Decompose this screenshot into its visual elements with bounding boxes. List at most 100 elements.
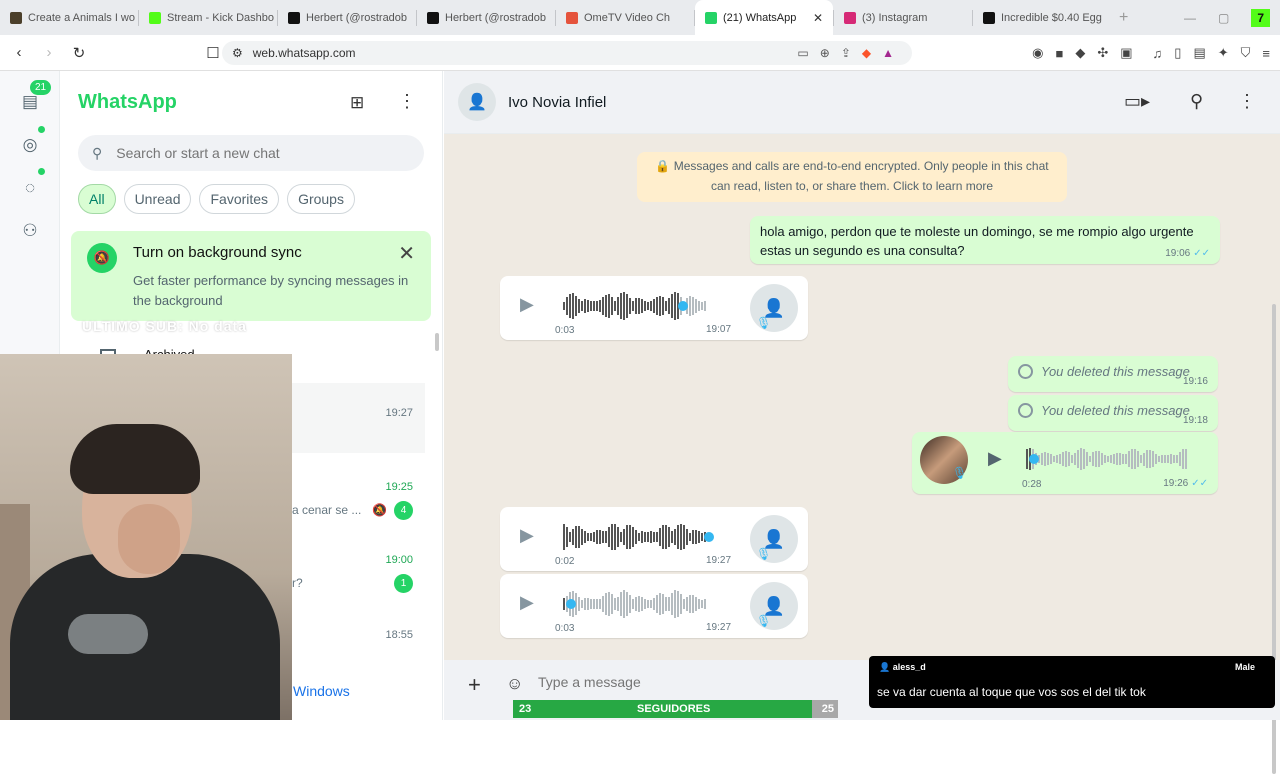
contact-avatar[interactable]: 👤 bbox=[458, 83, 496, 121]
sync-body: Get faster performance by syncing messag… bbox=[133, 273, 409, 308]
extension-icon[interactable]: ◆ bbox=[1075, 45, 1085, 61]
filter-groups[interactable]: Groups bbox=[287, 184, 355, 214]
close-icon[interactable]: ✕ bbox=[398, 241, 415, 266]
waveform-bar bbox=[698, 530, 700, 544]
browser-tab[interactable]: (3) Instagram bbox=[834, 0, 972, 35]
waveform-bar bbox=[641, 299, 643, 313]
waveform[interactable] bbox=[1026, 448, 1187, 470]
video-call-icon[interactable]: ▭▸ bbox=[1124, 91, 1150, 112]
new-chat-icon[interactable]: ⊞ bbox=[350, 93, 364, 113]
waveform-bar bbox=[653, 531, 655, 543]
extension-icon[interactable]: ▣ bbox=[1120, 45, 1132, 61]
waveform-bar bbox=[599, 529, 601, 545]
extensions-puzzle-icon[interactable]: ✣ bbox=[1097, 45, 1108, 61]
leo-icon[interactable]: ✦ bbox=[1218, 45, 1229, 61]
back-icon[interactable]: ‹ bbox=[4, 44, 34, 61]
close-tab-icon[interactable]: ✕ bbox=[813, 11, 823, 25]
menu-dots-icon[interactable]: ⋮ bbox=[1238, 91, 1256, 112]
sidebar-icon[interactable]: ▯ bbox=[1174, 45, 1181, 61]
waveform-bar bbox=[1182, 449, 1184, 469]
url-field[interactable]: ⚙ web.whatsapp.com ▭ ⊕ ⇪ ◆ ▲ bbox=[222, 41, 912, 65]
play-icon[interactable]: ▶ bbox=[520, 592, 534, 613]
search-icon[interactable]: ⚲ bbox=[1190, 91, 1203, 112]
mic-icon: 🎙 bbox=[756, 614, 772, 628]
waveform-bar bbox=[578, 596, 580, 612]
omnibox-actions: ▭ ⊕ ⇪ ◆ ▲ bbox=[797, 46, 894, 60]
browser-tab[interactable]: Create a Animals I wo bbox=[0, 0, 138, 35]
forward-icon[interactable]: › bbox=[34, 44, 64, 61]
unread-badge: 1 bbox=[394, 574, 413, 593]
browser-tab[interactable]: Herbert (@rostradob bbox=[417, 0, 555, 35]
waveform-bar bbox=[704, 300, 706, 312]
filter-all[interactable]: All bbox=[78, 184, 116, 214]
deleted-message[interactable]: You deleted this message 19:18 bbox=[1008, 395, 1218, 431]
browser-tab[interactable]: (21) WhatsApp ✕ bbox=[695, 0, 833, 35]
site-settings-icon[interactable]: ⚙ bbox=[232, 46, 243, 60]
new-tab-icon[interactable]: + bbox=[1119, 9, 1128, 27]
share-icon[interactable]: ⇪ bbox=[841, 46, 851, 60]
voice-message-in[interactable]: ▶ 0:02 19:27 👤 🎙 bbox=[500, 507, 808, 571]
background-sync-banner[interactable]: 🔕 Turn on background sync Get faster per… bbox=[71, 231, 431, 321]
browser-tab[interactable]: OmeTV Video Ch bbox=[556, 0, 694, 35]
filter-chips: All Unread Favorites Groups bbox=[78, 184, 355, 214]
menu-icon[interactable]: ≡ bbox=[1262, 46, 1270, 61]
message-time: 19:18 bbox=[1182, 415, 1208, 426]
contact-name[interactable]: Ivo Novia Infiel bbox=[508, 94, 606, 111]
voice-message-in[interactable]: ▶ 0:03 19:07 👤 🎙 bbox=[500, 276, 808, 340]
install-icon[interactable]: ▭ bbox=[797, 46, 808, 60]
playback-knob[interactable] bbox=[565, 599, 576, 609]
play-icon[interactable]: ▶ bbox=[520, 294, 534, 315]
waveform-bar bbox=[1134, 448, 1136, 470]
waveform-bar bbox=[626, 591, 628, 617]
waveform-bar bbox=[1155, 453, 1157, 465]
deleted-message[interactable]: You deleted this message 19:16 bbox=[1008, 356, 1218, 392]
zoom-icon[interactable]: ⊕ bbox=[820, 46, 830, 60]
browser-tab[interactable]: Incredible $0.40 Egg bbox=[973, 0, 1111, 35]
message-bubble-out[interactable]: hola amigo, perdon que te moleste un dom… bbox=[750, 216, 1220, 264]
restore-icon[interactable]: ▢ bbox=[1218, 11, 1229, 25]
attach-icon[interactable]: + bbox=[468, 672, 481, 698]
waveform-bar bbox=[659, 528, 661, 546]
media-icon[interactable]: ♫ bbox=[1153, 46, 1163, 61]
scrollbar-thumb[interactable] bbox=[435, 333, 439, 351]
waveform-bar bbox=[623, 292, 625, 320]
channels-icon[interactable]: ◌ bbox=[16, 174, 44, 202]
extensions-bar: ◉ ■ ◆ ✣ ▣ ♫ ▯ ▤ ✦ ⛉ ≡ bbox=[1032, 35, 1270, 71]
encryption-notice[interactable]: 🔒 Messages and calls are end-to-end encr… bbox=[637, 152, 1067, 202]
sticker-icon[interactable]: ☺ bbox=[506, 674, 523, 694]
waveform-bar bbox=[599, 599, 601, 609]
wallet-icon[interactable]: ▤ bbox=[1193, 45, 1205, 61]
waveform-bar bbox=[656, 296, 658, 316]
reload-icon[interactable]: ↻ bbox=[64, 44, 94, 62]
play-icon[interactable]: ▶ bbox=[520, 525, 534, 546]
waveform[interactable] bbox=[563, 590, 706, 618]
browser-tab[interactable]: Stream - Kick Dashbo bbox=[139, 0, 277, 35]
brave-rewards-icon[interactable]: ▲ bbox=[882, 46, 894, 60]
playback-knob[interactable] bbox=[704, 532, 715, 542]
voice-message-out[interactable]: 🎙 ▶ 0:28 19:26 ✓✓ bbox=[912, 432, 1218, 494]
message-input[interactable] bbox=[538, 674, 838, 690]
status-icon[interactable]: ◎ bbox=[16, 131, 44, 159]
extension-icon[interactable]: ◉ bbox=[1032, 45, 1043, 61]
waveform-bar bbox=[644, 531, 646, 543]
voice-message-in[interactable]: ▶ 0:03 19:27 👤 🎙 bbox=[500, 574, 808, 638]
search-input[interactable] bbox=[116, 145, 377, 161]
filter-favorites[interactable]: Favorites bbox=[199, 184, 280, 214]
vpn-icon[interactable]: ⛉ bbox=[1241, 45, 1251, 61]
tab-favicon-icon bbox=[427, 11, 439, 24]
browser-tab[interactable]: Herbert (@rostradob bbox=[278, 0, 416, 35]
waveform-bar bbox=[1068, 452, 1070, 466]
waveform[interactable] bbox=[563, 292, 706, 320]
play-icon[interactable]: ▶ bbox=[988, 448, 1002, 469]
waveform-bar bbox=[569, 293, 571, 319]
waveform-bar bbox=[614, 301, 616, 311]
brave-shield-icon[interactable]: ◆ bbox=[862, 46, 871, 60]
communities-icon[interactable]: ⚇ bbox=[16, 217, 44, 245]
waveform-bar bbox=[1110, 455, 1112, 463]
extension-icon[interactable]: ■ bbox=[1055, 46, 1063, 61]
filter-unread[interactable]: Unread bbox=[123, 184, 192, 214]
tab-favicon-icon bbox=[10, 11, 22, 24]
minimize-icon[interactable]: — bbox=[1184, 11, 1196, 25]
menu-dots-icon[interactable]: ⋮ bbox=[398, 91, 416, 112]
waveform[interactable] bbox=[563, 523, 715, 551]
